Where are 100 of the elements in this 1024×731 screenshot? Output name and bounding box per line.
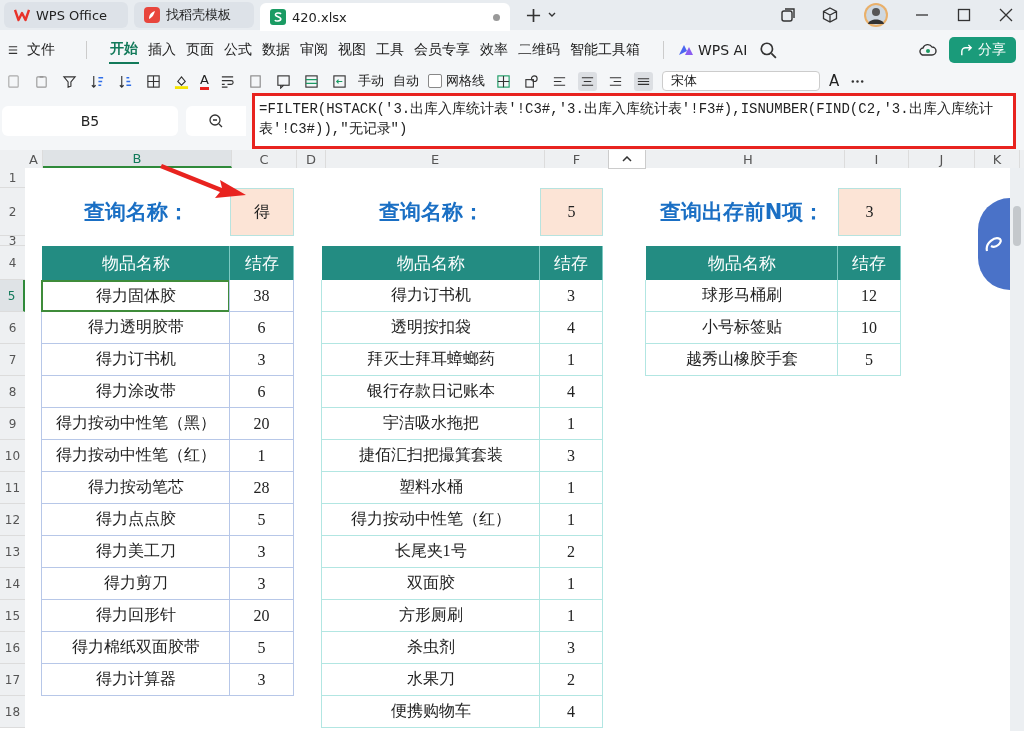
table-cell[interactable]: 4	[539, 696, 603, 728]
zoom-button[interactable]	[186, 106, 246, 136]
table-cell[interactable]: 3	[539, 440, 603, 472]
table-cell[interactable]: 4	[539, 312, 603, 344]
table-cell[interactable]: 得力棉纸双面胶带	[41, 632, 230, 664]
row-header[interactable]: 1	[0, 168, 25, 188]
row-header[interactable]: 9	[0, 408, 25, 440]
table-cell[interactable]: 宇洁吸水拖把	[321, 408, 540, 440]
formula-field[interactable]: =FILTER(HSTACK('3.出库入库统计表'!C3#,'3.出库入库统计表'!F3#),ISNUMBER(FIND(C2,'3.出库入库统计表'!C3#)),"无记录")	[252, 93, 1016, 149]
window-copy-icon[interactable]	[780, 7, 796, 23]
collapse-tab[interactable]	[608, 150, 646, 169]
cube-icon[interactable]	[822, 7, 838, 23]
column-header[interactable]: I	[845, 150, 909, 168]
column-header[interactable]: H	[652, 150, 845, 168]
ribbon-tab[interactable]: 智能工具箱	[569, 37, 641, 63]
row-header[interactable]: 14	[0, 568, 25, 600]
table-cell[interactable]: 得力按动笔芯	[41, 472, 230, 504]
table-cell[interactable]: 水果刀	[321, 664, 540, 696]
query-input-cell[interactable]: 得	[230, 188, 294, 236]
table-cell[interactable]: 1	[539, 568, 603, 600]
row-header[interactable]: 8	[0, 376, 25, 408]
table-cell[interactable]: 小号标签贴	[645, 312, 838, 344]
align-center-icon[interactable]	[577, 71, 597, 91]
column-header[interactable]: B	[43, 150, 232, 168]
table-cell[interactable]: 38	[229, 280, 294, 312]
ribbon-tab[interactable]: 页面	[185, 37, 215, 63]
table-cell[interactable]: 长尾夹1号	[321, 536, 540, 568]
table-cell[interactable]: 得力回形针	[41, 600, 230, 632]
row-header[interactable]: 12	[0, 504, 25, 536]
ribbon-tab[interactable]: 工具	[375, 37, 405, 63]
table-cell[interactable]: 3	[539, 632, 603, 664]
table-cell[interactable]: 银行存款日记账本	[321, 376, 540, 408]
table-cell[interactable]: 便携购物车	[321, 696, 540, 728]
vertical-scrollbar[interactable]	[1010, 168, 1024, 731]
table-cell[interactable]: 透明按扣袋	[321, 312, 540, 344]
column-header[interactable]: E	[326, 150, 545, 168]
table-cell[interactable]: 2	[539, 536, 603, 568]
ribbon-tab[interactable]: 会员专享	[413, 37, 471, 63]
document-tab[interactable]: 找稻壳模板	[134, 2, 254, 28]
font-select[interactable]: 宋体	[661, 71, 820, 91]
table-cell[interactable]: 得力计算器	[41, 664, 230, 696]
row-header[interactable]: 17	[0, 664, 25, 696]
table-cell[interactable]: 塑料水桶	[321, 472, 540, 504]
table-cell[interactable]: 1	[539, 600, 603, 632]
table-cell[interactable]: 球形马桶刷	[645, 280, 838, 312]
ribbon-tab[interactable]: 插入	[147, 37, 177, 63]
gridlines-checkbox[interactable]: 网格线	[427, 72, 485, 90]
table-cell[interactable]: 1	[539, 344, 603, 376]
font-color-button[interactable]: A	[200, 72, 209, 90]
ai-button[interactable]: WPS AI	[678, 42, 748, 58]
table-cell[interactable]: 4	[539, 376, 603, 408]
auto-calc-button[interactable]: 自动	[392, 72, 419, 90]
ribbon-tab[interactable]: 效率	[479, 37, 509, 63]
maximize-icon[interactable]	[956, 7, 972, 23]
table-cell[interactable]: 得力按动中性笔（黑）	[41, 408, 230, 440]
query-input-cell[interactable]: 3	[838, 188, 901, 236]
ribbon-tab[interactable]: 开始	[109, 36, 139, 64]
table-cell[interactable]: 得力订书机	[41, 344, 230, 376]
row-header[interactable]: 7	[0, 344, 25, 376]
close-icon[interactable]	[998, 7, 1014, 23]
row-header[interactable]: 6	[0, 312, 25, 344]
search-icon[interactable]	[759, 41, 778, 59]
table-cell[interactable]: 10	[837, 312, 901, 344]
table-cell[interactable]: 得力剪刀	[41, 568, 230, 600]
table-cell[interactable]: 1	[539, 472, 603, 504]
manual-calc-button[interactable]: 手动	[357, 72, 384, 90]
table-cell[interactable]: 拜灭士拜耳蟑螂药	[321, 344, 540, 376]
name-box[interactable]: B5	[2, 106, 178, 136]
row-header[interactable]: 4	[0, 246, 25, 280]
table-cell[interactable]: 5	[229, 504, 294, 536]
table-cell[interactable]: 2	[539, 664, 603, 696]
table-cell[interactable]: 6	[229, 376, 294, 408]
table-cell[interactable]: 3	[229, 536, 294, 568]
table-cell[interactable]: 得力按动中性笔（红）	[41, 440, 230, 472]
table-cell[interactable]: 1	[539, 504, 603, 536]
column-header[interactable]: J	[909, 150, 975, 168]
column-header[interactable]: C	[232, 150, 297, 168]
menu-icon[interactable]	[8, 45, 18, 55]
table-cell[interactable]: 得力透明胶带	[41, 312, 230, 344]
floating-assistant-button[interactable]	[978, 198, 1010, 290]
new-tab-icon[interactable]	[526, 7, 541, 23]
ribbon-tab[interactable]: 公式	[223, 37, 253, 63]
table-cell[interactable]: 方形厕刷	[321, 600, 540, 632]
file-menu[interactable]: 文件	[26, 37, 56, 63]
table-cell[interactable]: 5	[229, 632, 294, 664]
table-cell[interactable]: 20	[229, 408, 294, 440]
table-cell[interactable]: 得力涂改带	[41, 376, 230, 408]
query-input-cell[interactable]: 5	[540, 188, 603, 236]
column-header[interactable]: D	[297, 150, 326, 168]
avatar-icon[interactable]	[864, 3, 888, 27]
row-header[interactable]: 16	[0, 632, 25, 664]
cloud-sync-icon[interactable]	[919, 41, 937, 59]
row-header[interactable]: 11	[0, 472, 25, 504]
table-cell[interactable]: 28	[229, 472, 294, 504]
row-header[interactable]: 5	[0, 280, 25, 312]
table-cell[interactable]: 得力点点胶	[41, 504, 230, 536]
ribbon-tab[interactable]: 视图	[337, 37, 367, 63]
table-cell[interactable]: 得力按动中性笔（红）	[321, 504, 540, 536]
ribbon-tab[interactable]: 审阅	[299, 37, 329, 63]
table-cell[interactable]: 3	[229, 568, 294, 600]
